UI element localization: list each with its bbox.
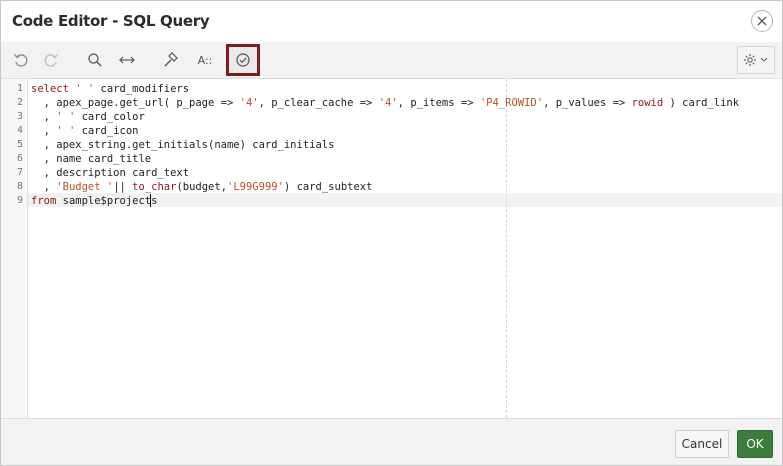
search-button[interactable] [81,46,109,74]
code-editor-dialog: Code Editor - SQL Query A:: 1 2 3 4 5 6 … [0,0,783,466]
replace-icon [119,56,135,64]
code-line[interactable]: from sample$projects [31,194,771,208]
line-number: 9 [16,195,23,206]
undo-icon [14,54,28,67]
redo-button[interactable] [37,46,65,74]
line-number-gutter: 1 2 3 4 5 6 7 8 9 [1,79,28,418]
code-line[interactable]: , 'Budget '|| to_char(budget,'L99G999') … [31,180,771,194]
line-number: 8 [16,181,23,192]
code-line[interactable]: select ' ' card_modifiers [31,82,771,96]
line-number: 6 [16,153,23,164]
code-line[interactable]: , ' ' card_icon [31,124,771,138]
code-line[interactable]: , description card_text [31,166,771,180]
redo-icon [44,54,58,67]
ok-button[interactable]: OK [737,430,773,458]
replace-button[interactable] [113,46,141,74]
line-number: 3 [16,111,23,122]
text-cursor [150,194,151,207]
close-icon [757,16,767,26]
cancel-button[interactable]: Cancel [675,430,729,458]
close-button[interactable] [751,10,773,32]
dialog-titlebar: Code Editor - SQL Query [1,1,782,43]
code-line[interactable]: , name card_title [31,152,771,166]
dialog-title: Code Editor - SQL Query [12,12,210,30]
autocomplete-button[interactable]: A:: [191,46,219,74]
line-number: 4 [16,125,23,136]
autocomplete-icon: A:: [197,53,213,67]
code-line[interactable]: , apex_page.get_url( p_page => '4', p_cl… [31,96,771,110]
line-number: 2 [16,97,23,108]
validate-check-icon [236,53,250,67]
code-line[interactable]: , ' ' card_color [31,110,771,124]
search-icon [88,53,102,67]
dialog-footer: Cancel OK [1,418,782,465]
line-number: 1 [16,83,23,94]
editor-toolbar: A:: [1,42,782,79]
undo-button[interactable] [7,46,35,74]
line-number: 7 [16,167,23,178]
format-button[interactable] [156,46,184,74]
line-number: 5 [16,139,23,150]
validate-button[interactable] [226,44,260,76]
settings-menu-button[interactable] [737,46,775,74]
code-line[interactable]: , apex_string.get_initials(name) card_in… [31,138,771,152]
sql-code-editor[interactable]: 1 2 3 4 5 6 7 8 9 select ' ' card_modifi… [1,79,782,418]
gear-icon [744,54,768,66]
hammer-icon [164,52,178,67]
